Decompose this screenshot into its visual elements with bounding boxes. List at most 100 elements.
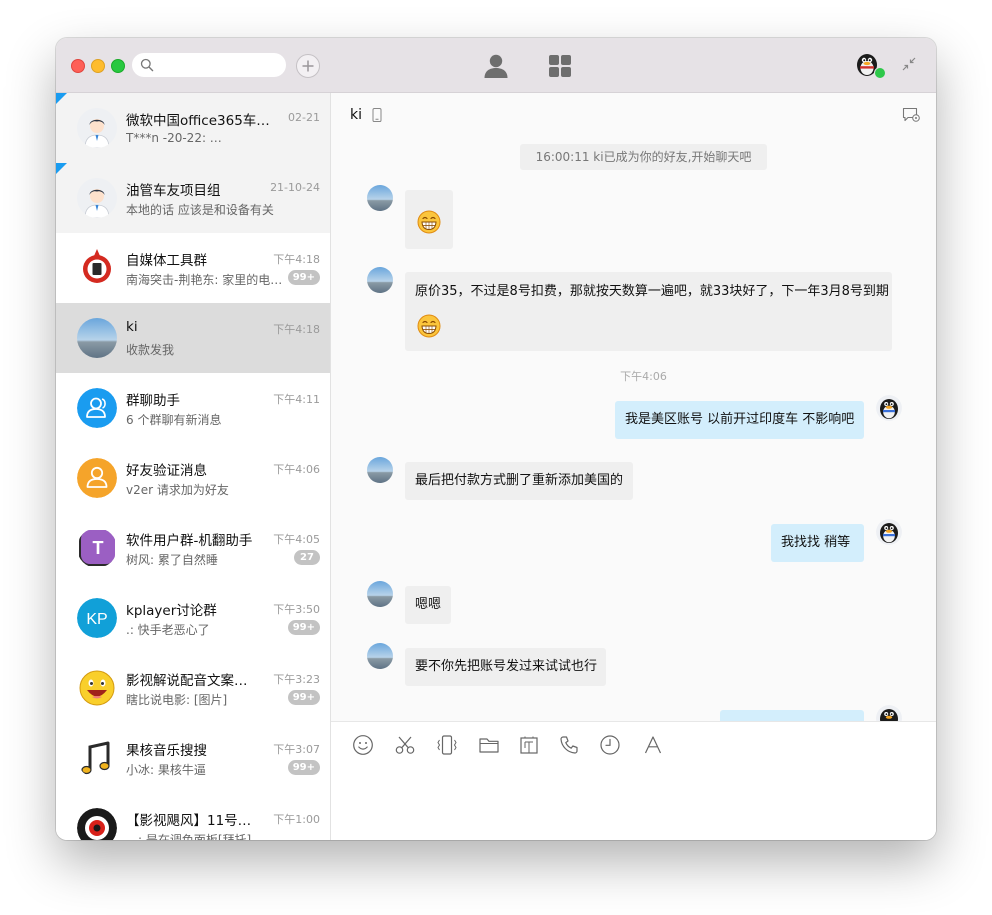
unread-badge: 27 [294, 550, 320, 565]
outgoing-message[interactable] [720, 710, 864, 721]
emoji-button[interactable] [352, 734, 374, 756]
screenshot-icon [520, 736, 538, 754]
font-style-button[interactable] [642, 734, 664, 756]
conversation-item[interactable]: T 软件用户群-机翻助手 下午4:05 树风: 累了自然睡 27 [56, 513, 330, 583]
system-message: 16:00:11 ki已成为你的好友,开始聊天吧 [520, 144, 767, 170]
conversation-preview: 瞎比说电影: [图片] [126, 693, 228, 707]
conversation-name: 果核音乐搜搜 [126, 743, 207, 759]
shake-button[interactable] [436, 734, 458, 756]
penguin-avatar-icon [876, 705, 902, 721]
message-text: 我找找 稍等 [781, 535, 851, 550]
conversation-name: 好友验证消息 [126, 463, 207, 479]
conversation-preview: .: 快手老恶心了 [126, 623, 210, 637]
collapse-window-button[interactable] [900, 55, 918, 73]
search-icon [140, 58, 154, 72]
conversation-list[interactable]: 微软中国office365车… 02-21 T***n -20-22: … 油管… [56, 93, 331, 840]
scissors-icon [395, 736, 415, 754]
unread-badge: 99+ [287, 690, 320, 705]
screenshot-crop-button[interactable] [394, 734, 416, 756]
chat-history-button[interactable] [599, 734, 621, 756]
voice-call-button[interactable] [558, 734, 580, 756]
conversation-time: 下午1:00 [273, 813, 320, 826]
outgoing-message[interactable]: 我是美区账号 以前开过印度车 不影响吧 [615, 401, 864, 439]
landscape-avatar-icon [77, 318, 117, 358]
tab-apps[interactable] [545, 51, 575, 81]
brand-logo-icon [77, 248, 117, 288]
conversation-preview: 本地的话 应该是和设备有关 [126, 203, 274, 217]
conversation-time: 下午4:11 [273, 393, 320, 406]
send-file-button[interactable] [478, 734, 500, 756]
friend-verify-icon [77, 458, 117, 498]
conversation-item[interactable]: 影视解说配音文案… 下午3:23 瞎比说电影: [图片] 99+ [56, 653, 330, 723]
tab-contacts[interactable] [481, 51, 511, 81]
pinned-marker [56, 93, 67, 104]
incoming-message[interactable]: 要不你先把账号发过来试试也行 [405, 648, 606, 686]
incoming-message[interactable]: 最后把付款方式删了重新添加美国的 [405, 462, 633, 500]
zoom-window-button[interactable] [111, 59, 125, 73]
conversation-item[interactable]: KP kplayer讨论群 下午3:50 .: 快手老恶心了 99+ [56, 583, 330, 653]
app-window: 微软中国office365车… 02-21 T***n -20-22: … 油管… [56, 38, 936, 840]
conversation-item-selected[interactable]: ki 下午4:18 收款发我 [56, 303, 330, 373]
my-avatar[interactable] [854, 51, 886, 79]
phone-call-icon [560, 736, 578, 754]
search-input[interactable] [158, 56, 282, 76]
folder-icon [479, 738, 499, 753]
my-message-avatar[interactable] [876, 705, 902, 721]
message-text: 要不你先把账号发过来试试也行 [415, 659, 598, 674]
pinned-marker [56, 163, 67, 174]
conversation-item[interactable]: 果核音乐搜搜 下午3:07 小冰: 果核牛逼 99+ [56, 723, 330, 793]
contact-avatar[interactable] [367, 457, 393, 483]
conversation-preview: 小冰: 果核牛逼 [126, 763, 206, 777]
unread-badge: 99+ [287, 620, 320, 635]
conversation-item[interactable]: 微软中国office365车… 02-21 T***n -20-22: … [56, 93, 330, 163]
incoming-message[interactable] [405, 190, 453, 249]
camera-logo-icon [77, 808, 117, 840]
conversation-name: kplayer讨论群 [126, 603, 217, 619]
minimize-window-button[interactable] [91, 59, 105, 73]
add-button[interactable] [296, 54, 320, 78]
message-settings-icon [902, 107, 920, 122]
contact-avatar[interactable] [367, 643, 393, 669]
conversation-item[interactable]: 自媒体工具群 下午4:18 南海突击-荆艳东: 家里的电… 99+ [56, 233, 330, 303]
close-window-button[interactable] [71, 59, 85, 73]
chat-title: ki [350, 107, 362, 123]
title-bar [56, 38, 936, 840]
font-icon [644, 736, 662, 754]
shrink-arrows-icon [902, 57, 916, 71]
conversation-name: 自媒体工具群 [126, 253, 207, 269]
conversation-time: 下午4:06 [273, 463, 320, 476]
contact-avatar[interactable] [367, 581, 393, 607]
svg-text:T: T [93, 538, 104, 558]
chat-settings-button[interactable] [902, 107, 920, 127]
my-message-avatar[interactable] [876, 395, 902, 421]
conversation-time: 下午4:18 [273, 253, 320, 266]
search-box[interactable] [132, 53, 286, 77]
conversation-name: 油管车友项目组 [126, 183, 221, 199]
conversation-time: 下午4:18 [273, 323, 320, 336]
conversation-item[interactable]: 油管车友项目组 21-10-24 本地的话 应该是和设备有关 [56, 163, 330, 233]
conversation-preview: 树风: 累了自然睡 [126, 553, 218, 567]
mobile-device-icon [372, 108, 382, 122]
conversation-item[interactable]: 【影视飓风】11号… 下午1:00 …: 是在调色面板[拜托] [56, 793, 330, 840]
conversation-item[interactable]: 群聊助手 下午4:11 6 个群聊有新消息 [56, 373, 330, 443]
my-message-avatar[interactable] [876, 519, 902, 545]
conversation-item[interactable]: 好友验证消息 下午4:06 v2er 请求加为好友 [56, 443, 330, 513]
incoming-message[interactable]: 原价35，不过是8号扣费，那就按天数算一遍吧，就33块好了，下一年3月8号到期 [405, 272, 892, 351]
contact-avatar[interactable] [367, 267, 393, 293]
incoming-message[interactable]: 嗯嗯 [405, 586, 451, 624]
conversation-preview: 收款发我 [126, 343, 175, 357]
message-text: 我是美区账号 以前开过印度车 不影响吧 [625, 412, 855, 427]
message-text: 最后把付款方式删了重新添加美国的 [415, 473, 624, 488]
screen-capture-button[interactable] [518, 734, 540, 756]
conversation-time: 下午3:23 [273, 673, 320, 686]
svg-text:KP: KP [86, 611, 107, 628]
conversation-time: 下午4:05 [273, 533, 320, 546]
music-note-icon [77, 738, 117, 778]
conversation-time: 21-10-24 [270, 181, 320, 194]
chat-panel: ki 16:00:11 ki已成为你的好友,开始聊天吧 原价35，不过是8号扣费… [331, 93, 936, 840]
conversation-preview: 6 个群聊有新消息 [126, 413, 222, 427]
contact-avatar[interactable] [367, 185, 393, 211]
message-compose-area[interactable] [331, 721, 936, 840]
t-logo-icon: T [77, 528, 117, 568]
outgoing-message[interactable]: 我找找 稍等 [771, 524, 864, 562]
